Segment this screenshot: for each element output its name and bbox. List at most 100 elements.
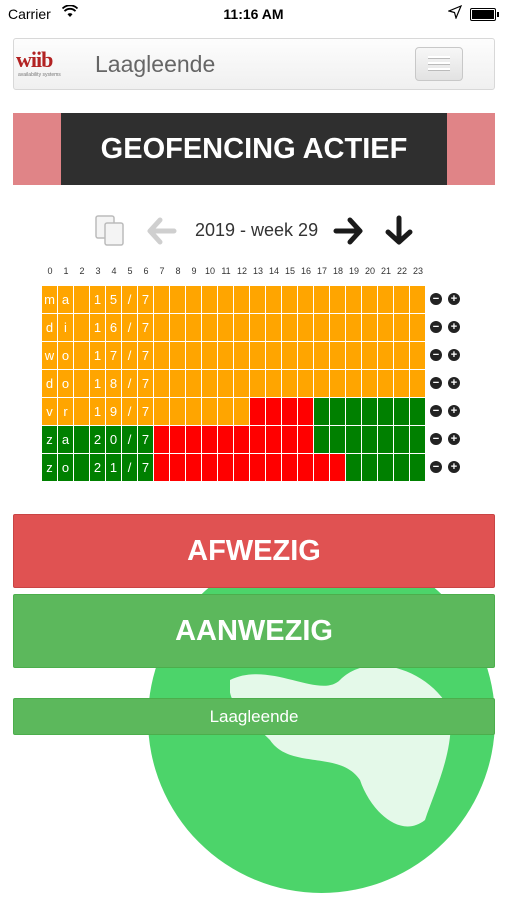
- hour-cell[interactable]: [266, 398, 282, 426]
- hour-cell[interactable]: m: [42, 286, 58, 314]
- hour-cell[interactable]: [378, 342, 394, 370]
- hour-cell[interactable]: [330, 314, 346, 342]
- hour-cell[interactable]: [186, 286, 202, 314]
- hour-cell[interactable]: [314, 370, 330, 398]
- hour-cell[interactable]: [282, 286, 298, 314]
- hour-cell[interactable]: 1: [106, 454, 122, 482]
- hour-cell[interactable]: [314, 342, 330, 370]
- hour-cell[interactable]: [410, 286, 426, 314]
- hour-cell[interactable]: [202, 426, 218, 454]
- hour-cell[interactable]: [378, 286, 394, 314]
- hour-cell[interactable]: /: [122, 286, 138, 314]
- hour-cell[interactable]: [234, 314, 250, 342]
- hour-cell[interactable]: [410, 314, 426, 342]
- hour-cell[interactable]: /: [122, 342, 138, 370]
- hour-cell[interactable]: [170, 286, 186, 314]
- hour-cell[interactable]: [314, 286, 330, 314]
- hour-cell[interactable]: [218, 426, 234, 454]
- hour-cell[interactable]: [218, 370, 234, 398]
- hour-cell[interactable]: [298, 398, 314, 426]
- hour-cell[interactable]: o: [58, 370, 74, 398]
- minus-icon[interactable]: −: [430, 433, 442, 445]
- hour-cell[interactable]: [330, 286, 346, 314]
- hour-cell[interactable]: [282, 454, 298, 482]
- hour-cell[interactable]: [330, 370, 346, 398]
- hour-cell[interactable]: [362, 398, 378, 426]
- absent-button[interactable]: AFWEZIG: [13, 514, 495, 588]
- hour-cell[interactable]: [394, 286, 410, 314]
- hour-cell[interactable]: [282, 342, 298, 370]
- hour-cell[interactable]: [266, 426, 282, 454]
- hour-cell[interactable]: d: [42, 314, 58, 342]
- hour-cell[interactable]: [410, 370, 426, 398]
- hour-cell[interactable]: [314, 426, 330, 454]
- hour-cell[interactable]: 1: [90, 314, 106, 342]
- hour-cell[interactable]: [378, 398, 394, 426]
- hour-cell[interactable]: 5: [106, 286, 122, 314]
- hour-cell[interactable]: [282, 398, 298, 426]
- hour-cell[interactable]: [186, 454, 202, 482]
- down-arrow-icon[interactable]: [384, 214, 414, 246]
- hour-cell[interactable]: [314, 314, 330, 342]
- hour-cell[interactable]: [298, 314, 314, 342]
- hour-cell[interactable]: [378, 454, 394, 482]
- hour-cell[interactable]: [298, 426, 314, 454]
- hour-cell[interactable]: [234, 454, 250, 482]
- hour-cell[interactable]: [266, 454, 282, 482]
- hour-cell[interactable]: [170, 370, 186, 398]
- hour-cell[interactable]: [282, 370, 298, 398]
- hour-cell[interactable]: [378, 426, 394, 454]
- hour-cell[interactable]: [234, 370, 250, 398]
- hour-cell[interactable]: [154, 286, 170, 314]
- hour-cell[interactable]: [394, 314, 410, 342]
- hour-cell[interactable]: [362, 370, 378, 398]
- hour-cell[interactable]: 7: [138, 426, 154, 454]
- hour-cell[interactable]: [410, 398, 426, 426]
- hour-cell[interactable]: [330, 454, 346, 482]
- hour-cell[interactable]: [154, 342, 170, 370]
- hour-cell[interactable]: [394, 426, 410, 454]
- hour-cell[interactable]: [266, 314, 282, 342]
- hour-cell[interactable]: /: [122, 370, 138, 398]
- hour-cell[interactable]: [330, 398, 346, 426]
- hour-cell[interactable]: [74, 314, 90, 342]
- hour-cell[interactable]: [298, 286, 314, 314]
- hour-cell[interactable]: 7: [138, 370, 154, 398]
- hour-cell[interactable]: [186, 398, 202, 426]
- hour-cell[interactable]: [346, 370, 362, 398]
- hour-cell[interactable]: [234, 426, 250, 454]
- hour-cell[interactable]: [234, 398, 250, 426]
- hour-cell[interactable]: [362, 286, 378, 314]
- hour-cell[interactable]: [362, 454, 378, 482]
- hour-cell[interactable]: [202, 286, 218, 314]
- hour-cell[interactable]: 9: [106, 398, 122, 426]
- hour-cell[interactable]: /: [122, 314, 138, 342]
- plus-icon[interactable]: +: [448, 321, 460, 333]
- hour-cell[interactable]: [170, 342, 186, 370]
- hour-cell[interactable]: /: [122, 398, 138, 426]
- hour-cell[interactable]: o: [58, 454, 74, 482]
- hour-cell[interactable]: /: [122, 454, 138, 482]
- previous-week-arrow-icon[interactable]: [146, 216, 178, 246]
- hour-cell[interactable]: r: [58, 398, 74, 426]
- hour-cell[interactable]: a: [58, 426, 74, 454]
- hour-cell[interactable]: [170, 314, 186, 342]
- next-week-arrow-icon[interactable]: [332, 216, 364, 246]
- plus-icon[interactable]: +: [448, 349, 460, 361]
- hour-cell[interactable]: 7: [106, 342, 122, 370]
- plus-icon[interactable]: +: [448, 461, 460, 473]
- plus-icon[interactable]: +: [448, 293, 460, 305]
- hour-cell[interactable]: 7: [138, 454, 154, 482]
- hour-cell[interactable]: [346, 342, 362, 370]
- hour-cell[interactable]: 2: [90, 426, 106, 454]
- hour-cell[interactable]: w: [42, 342, 58, 370]
- hour-cell[interactable]: z: [42, 426, 58, 454]
- hour-cell[interactable]: [154, 370, 170, 398]
- hour-cell[interactable]: [298, 370, 314, 398]
- present-button[interactable]: AANWEZIG: [13, 594, 495, 668]
- hour-cell[interactable]: [154, 314, 170, 342]
- minus-icon[interactable]: −: [430, 293, 442, 305]
- hour-cell[interactable]: 6: [106, 314, 122, 342]
- hour-cell[interactable]: [250, 426, 266, 454]
- hour-cell[interactable]: [250, 286, 266, 314]
